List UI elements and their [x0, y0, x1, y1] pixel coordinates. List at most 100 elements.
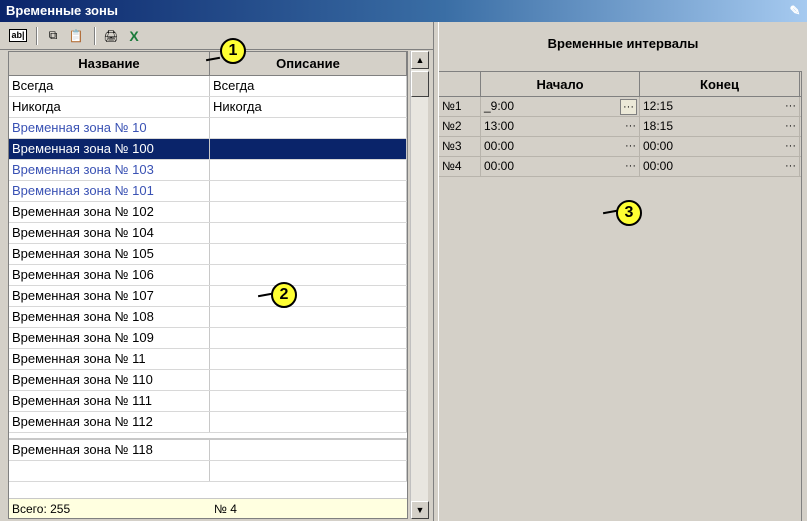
cell-name: Временная зона № 103 [9, 160, 210, 180]
excel-icon: X [129, 27, 139, 44]
toolbar-separator [94, 26, 96, 45]
interval-start[interactable]: _9:00 ··· [481, 97, 640, 116]
cell-name: Никогда [9, 97, 210, 117]
end-value: 18:15 [643, 119, 674, 133]
table-row[interactable]: Временная зона № 107 [9, 286, 407, 307]
cell-description [210, 370, 407, 390]
ellipsis-button[interactable]: ··· [620, 99, 637, 115]
cell-name: Временная зона № 107 [9, 286, 210, 306]
ellipsis-button[interactable]: ··· [785, 157, 796, 176]
table-row[interactable]: Временная зона № 10 [9, 118, 407, 139]
table-row[interactable]: Временная зона № 110 [9, 370, 407, 391]
column-header-start[interactable]: Начало [481, 72, 640, 96]
cell-description [210, 307, 407, 327]
callout-1: 1 [220, 38, 246, 64]
scroll-thumb[interactable] [411, 71, 429, 97]
table-row[interactable]: Временная зона № 102 [9, 202, 407, 223]
table-row[interactable]: Временная зона № 11 [9, 349, 407, 370]
cell-name: Временная зона № 101 [9, 181, 210, 201]
interval-end[interactable]: 00:00 ··· [640, 137, 800, 156]
scroll-down-button[interactable]: ▼ [411, 501, 429, 519]
scroll-up-button[interactable]: ▲ [411, 51, 429, 69]
export-excel-button[interactable]: X [124, 26, 144, 46]
cell-description [210, 412, 407, 432]
interval-start[interactable]: 00:00 ··· [481, 137, 640, 156]
current-record: № 4 [214, 502, 237, 516]
table-row[interactable]: Временная зона № 108 [9, 307, 407, 328]
callout-2: 2 [271, 282, 297, 308]
cell-description [210, 461, 407, 481]
table-row[interactable]: Временная зона № 103 [9, 160, 407, 181]
pin-icon[interactable]: ✎ [787, 3, 803, 19]
end-value: 00:00 [643, 159, 674, 173]
table-row-selected[interactable]: Временная зона № 100 [9, 139, 407, 160]
toolbar: ab| ⧉ 📋 🖨 X [0, 22, 433, 50]
paste-button[interactable]: 📋 [66, 26, 86, 46]
cell-description [210, 328, 407, 348]
end-value: 00:00 [643, 139, 674, 153]
print-icon: 🖨 [103, 28, 119, 43]
cell-name: Временная зона № 11 [9, 349, 210, 369]
paste-icon: 📋 [68, 28, 84, 43]
copy-button[interactable]: ⧉ [43, 26, 63, 46]
table-row-empty [9, 461, 407, 482]
table-row[interactable]: Временная зона № 105 [9, 244, 407, 265]
cell-description [210, 181, 407, 201]
interval-end[interactable]: 00:00 ··· [640, 157, 800, 176]
cell-name: Временная зона № 10 [9, 118, 210, 138]
time-intervals-panel: Временные интервалы Начало Конец №1 _9:0… [439, 22, 807, 521]
vertical-scrollbar[interactable]: ▲ ▼ [410, 51, 429, 519]
ellipsis-button[interactable]: ··· [625, 157, 636, 176]
toolbar-separator [36, 26, 38, 45]
cell-name: Временная зона № 112 [9, 412, 210, 432]
right-scrollbar[interactable] [801, 71, 807, 521]
interval-number: №4 [439, 157, 481, 176]
interval-row[interactable]: №4 00:00 ··· 00:00 ··· [439, 157, 801, 177]
column-header-number [439, 72, 481, 96]
ellipsis-button[interactable]: ··· [785, 97, 796, 116]
print-button[interactable]: 🖨 [101, 26, 121, 46]
cell-name: Временная зона № 105 [9, 244, 210, 264]
table-row[interactable]: Никогда Никогда [9, 97, 407, 118]
copy-icon: ⧉ [48, 28, 58, 42]
interval-start[interactable]: 00:00 ··· [481, 157, 640, 176]
interval-row[interactable]: №1 _9:00 ··· 12:15 ··· [439, 97, 801, 117]
interval-number: №1 [439, 97, 481, 116]
ellipsis-button[interactable]: ··· [625, 117, 636, 136]
cell-description [210, 265, 407, 285]
start-value: 00:00 [484, 159, 515, 173]
table-row[interactable]: Временная зона № 104 [9, 223, 407, 244]
column-header-end[interactable]: Конец [640, 72, 800, 96]
interval-end[interactable]: 12:15 ··· [640, 97, 800, 116]
interval-row[interactable]: №3 00:00 ··· 00:00 ··· [439, 137, 801, 157]
time-zones-window: Временные зоны ✎ ab| ⧉ 📋 🖨 X Название Оп… [0, 0, 807, 521]
end-value: 12:15 [643, 99, 674, 113]
table-row[interactable]: Временная зона № 106 [9, 265, 407, 286]
cell-description [210, 286, 407, 306]
cell-description [210, 160, 407, 180]
cell-description: Всегда [210, 76, 407, 96]
time-zones-panel: ab| ⧉ 📋 🖨 X Название Описание Всегда Всег… [0, 22, 433, 521]
cell-description [210, 244, 407, 264]
cell-description [210, 223, 407, 243]
column-header-name[interactable]: Название [9, 52, 210, 75]
table-row[interactable]: Временная зона № 111 [9, 391, 407, 412]
window-title: Временные зоны [6, 3, 118, 18]
total-count: Всего: 255 [12, 502, 71, 516]
rename-button[interactable]: ab| [8, 26, 28, 46]
cell-description [209, 139, 407, 159]
table-row[interactable]: Временная зона № 118 [9, 439, 407, 461]
table-row[interactable]: Временная зона № 109 [9, 328, 407, 349]
interval-end[interactable]: 18:15 ··· [640, 117, 800, 136]
ellipsis-button[interactable]: ··· [785, 137, 796, 156]
interval-row[interactable]: №2 13:00 ··· 18:15 ··· [439, 117, 801, 137]
ellipsis-button[interactable]: ··· [625, 137, 636, 156]
cell-name: Временная зона № 106 [9, 265, 210, 285]
interval-number: №2 [439, 117, 481, 136]
ellipsis-button[interactable]: ··· [785, 117, 796, 136]
table-row[interactable]: Временная зона № 112 [9, 412, 407, 433]
table-row[interactable]: Временная зона № 101 [9, 181, 407, 202]
table-row[interactable]: Всегда Всегда [9, 76, 407, 97]
interval-start[interactable]: 13:00 ··· [481, 117, 640, 136]
start-value: 13:00 [484, 119, 515, 133]
